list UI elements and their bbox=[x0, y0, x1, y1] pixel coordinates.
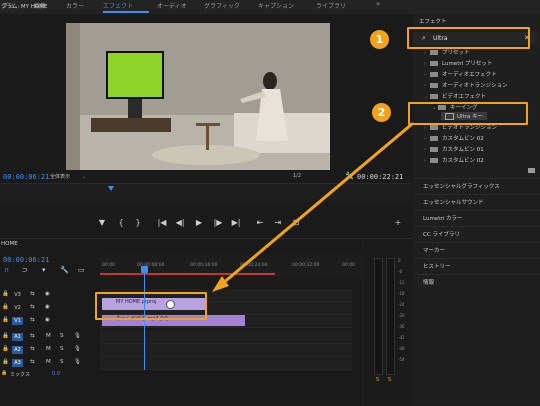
step-1-badge: 1 bbox=[370, 30, 389, 49]
drag-arrow bbox=[212, 122, 414, 292]
step-2-badge: 2 bbox=[372, 103, 391, 122]
